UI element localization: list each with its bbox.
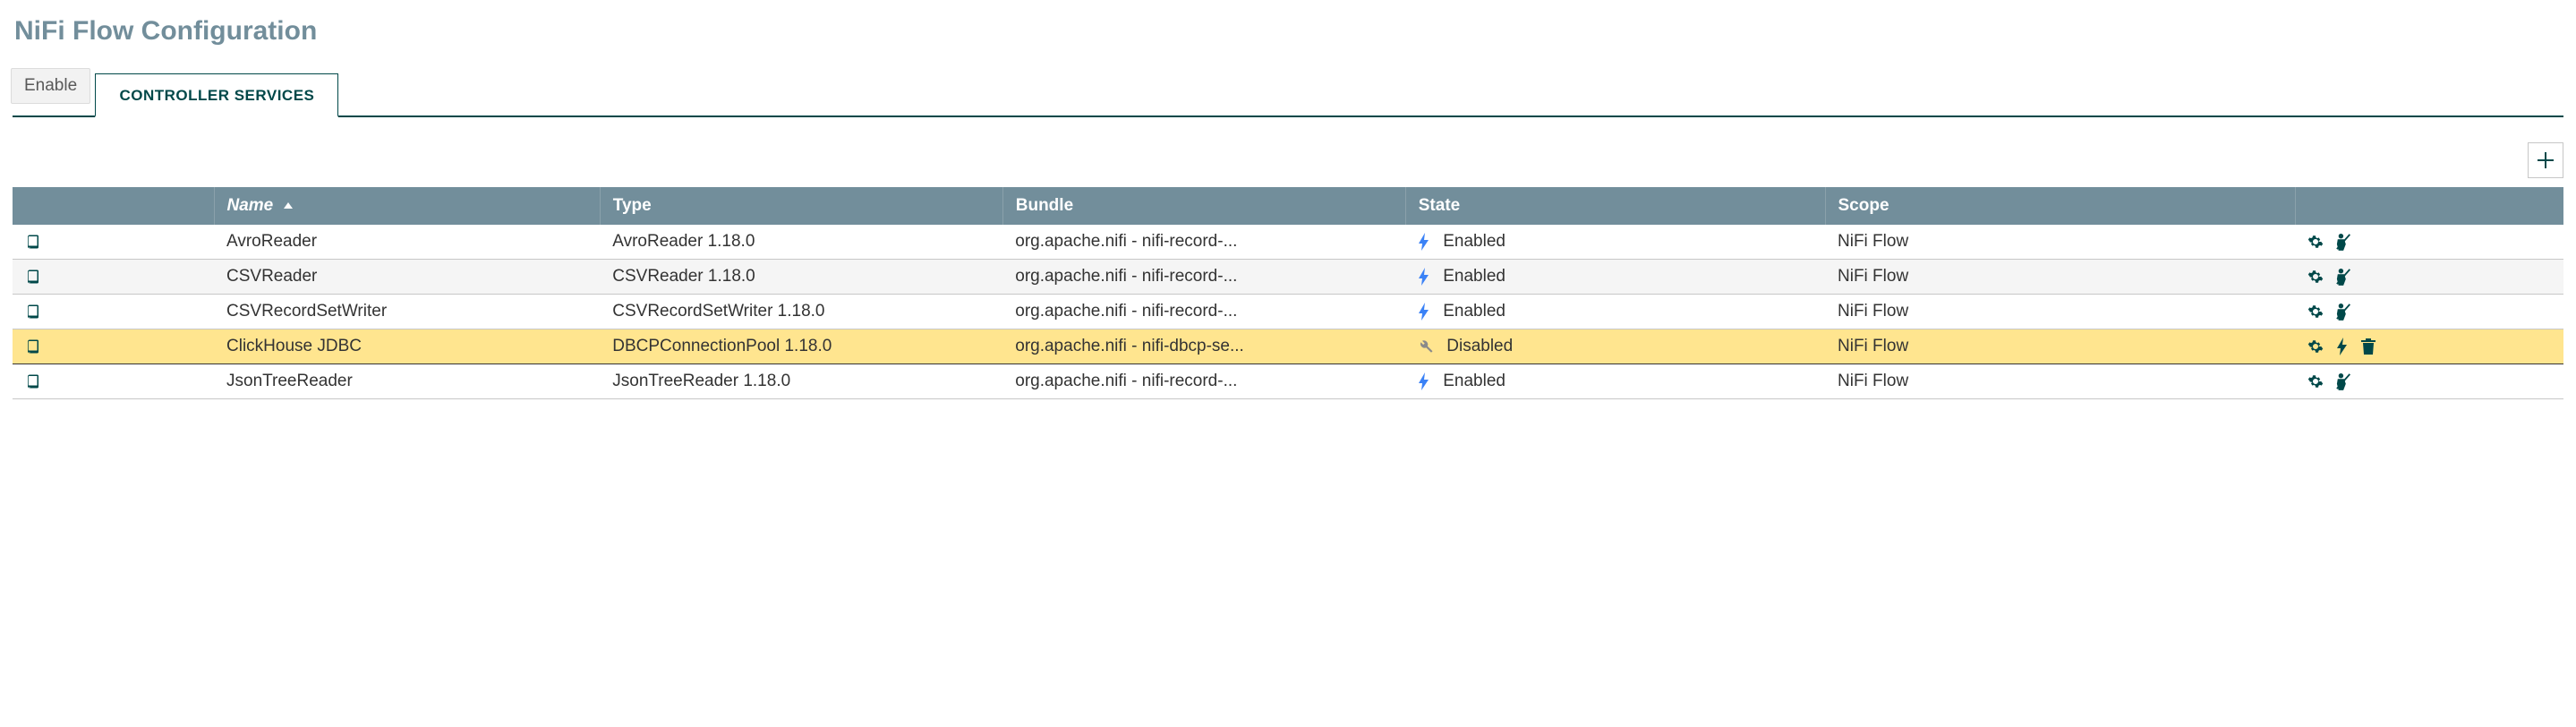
cell-name: ClickHouse JDBC: [214, 329, 600, 364]
table-header-row: Name Type Bundle State Scope: [13, 187, 2563, 225]
enable-button[interactable]: [2336, 338, 2349, 355]
cell-name: JsonTreeReader: [214, 364, 600, 399]
cell-state: Enabled: [1405, 225, 1825, 260]
cell-name: AvroReader: [214, 225, 600, 260]
disable-button[interactable]: [2336, 303, 2352, 321]
table-row[interactable]: CSVRecordSetWriterCSVRecordSetWriter 1.1…: [13, 295, 2563, 329]
documentation-icon[interactable]: [25, 304, 201, 320]
cell-actions: [2295, 260, 2563, 295]
cell-actions: [2295, 225, 2563, 260]
column-header-name[interactable]: Name: [214, 187, 600, 225]
disable-button[interactable]: [2336, 233, 2352, 251]
cell-scope: NiFi Flow: [1825, 329, 2295, 364]
configure-button[interactable]: [2307, 234, 2324, 250]
cell-bundle: org.apache.nifi - nifi-record-...: [1002, 295, 1405, 329]
cell-type: DBCPConnectionPool 1.18.0: [600, 329, 1002, 364]
cell-name: CSVReader: [214, 260, 600, 295]
cell-bundle: org.apache.nifi - nifi-record-...: [1002, 260, 1405, 295]
cell-actions: [2295, 329, 2563, 364]
cell-state: Enabled: [1405, 364, 1825, 399]
column-header-bundle[interactable]: Bundle: [1002, 187, 1405, 225]
cell-scope: NiFi Flow: [1825, 364, 2295, 399]
cell-scope: NiFi Flow: [1825, 225, 2295, 260]
page-title: NiFi Flow Configuration: [14, 16, 2563, 47]
column-header-scope[interactable]: Scope: [1825, 187, 2295, 225]
toolbar: [13, 142, 2563, 178]
state-label: Enabled: [1443, 302, 1506, 321]
cell-scope: NiFi Flow: [1825, 260, 2295, 295]
cell-actions: [2295, 364, 2563, 399]
column-header-state[interactable]: State: [1405, 187, 1825, 225]
cell-state: Enabled: [1405, 295, 1825, 329]
table-row[interactable]: CSVReaderCSVReader 1.18.0org.apache.nifi…: [13, 260, 2563, 295]
bolt-icon: [1418, 372, 1430, 390]
state-label: Disabled: [1446, 337, 1513, 356]
bolt-icon: [1418, 268, 1430, 286]
controller-services-table: Name Type Bundle State Scope AvroReaderA…: [13, 187, 2563, 399]
documentation-icon[interactable]: [25, 338, 201, 355]
cell-state: Disabled: [1405, 329, 1825, 364]
cell-type: JsonTreeReader 1.18.0: [600, 364, 1002, 399]
cell-actions: [2295, 295, 2563, 329]
documentation-icon[interactable]: [25, 269, 201, 285]
column-header-name-label: Name: [227, 196, 274, 215]
column-header-blank[interactable]: [13, 187, 214, 225]
add-controller-service-button[interactable]: [2528, 142, 2563, 178]
cell-bundle: org.apache.nifi - nifi-record-...: [1002, 225, 1405, 260]
configure-button[interactable]: [2307, 338, 2324, 355]
bolt-icon: [1418, 233, 1430, 251]
cell-state: Enabled: [1405, 260, 1825, 295]
state-label: Enabled: [1443, 232, 1506, 252]
tab-controller-services[interactable]: CONTROLLER SERVICES: [95, 73, 338, 117]
configure-button[interactable]: [2307, 373, 2324, 389]
table-row[interactable]: AvroReaderAvroReader 1.18.0org.apache.ni…: [13, 225, 2563, 260]
configure-button[interactable]: [2307, 269, 2324, 285]
delete-button[interactable]: [2361, 338, 2376, 355]
column-header-type[interactable]: Type: [600, 187, 1002, 225]
cell-scope: NiFi Flow: [1825, 295, 2295, 329]
state-label: Enabled: [1443, 267, 1506, 287]
cell-bundle: org.apache.nifi - nifi-record-...: [1002, 364, 1405, 399]
plus-icon: [2538, 152, 2554, 168]
table-row[interactable]: JsonTreeReaderJsonTreeReader 1.18.0org.a…: [13, 364, 2563, 399]
column-header-actions[interactable]: [2295, 187, 2563, 225]
bolt-icon: [1418, 303, 1430, 321]
disable-button[interactable]: [2336, 268, 2352, 286]
cell-type: AvroReader 1.18.0: [600, 225, 1002, 260]
sort-ascending-icon: [284, 202, 293, 209]
documentation-icon[interactable]: [25, 234, 201, 250]
cell-name: CSVRecordSetWriter: [214, 295, 600, 329]
wrench-icon: [1418, 338, 1434, 355]
disable-button[interactable]: [2336, 372, 2352, 390]
table-row[interactable]: ClickHouse JDBCDBCPConnectionPool 1.18.0…: [13, 329, 2563, 364]
cell-bundle: org.apache.nifi - nifi-dbcp-se...: [1002, 329, 1405, 364]
cell-type: CSVRecordSetWriter 1.18.0: [600, 295, 1002, 329]
tabs: Enable RAL CONTROLLER SERVICES: [13, 72, 2563, 117]
documentation-icon[interactable]: [25, 373, 201, 389]
state-label: Enabled: [1443, 372, 1506, 391]
cell-type: CSVReader 1.18.0: [600, 260, 1002, 295]
enable-tooltip: Enable: [11, 68, 90, 104]
configure-button[interactable]: [2307, 304, 2324, 320]
